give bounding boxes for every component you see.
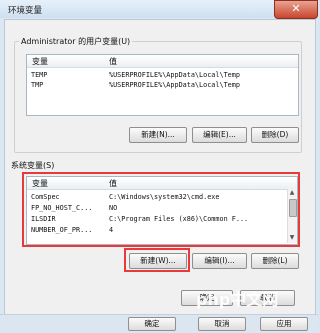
close-icon: ✕ xyxy=(291,2,301,15)
dialog-body: Administrator 的用户变量(U) 变量 值 TEMP %USERPR… xyxy=(4,19,316,317)
column-header-value[interactable]: 值 xyxy=(109,56,117,67)
variable-value: %USERPROFILE%\AppData\Local\Temp xyxy=(109,71,240,79)
user-new-button[interactable]: 新建(N)... xyxy=(129,127,187,143)
sys-delete-button[interactable]: 删除(L) xyxy=(251,253,299,269)
user-vars-list[interactable]: 变量 值 TEMP %USERPROFILE%\AppData\Local\Te… xyxy=(26,54,299,116)
watermark: php中文网 xyxy=(196,290,279,309)
environment-variables-window: 环境变量 ✕ Administrator 的用户变量(U) 变量 值 TEMP … xyxy=(0,0,318,333)
user-vars-title: Administrator 的用户变量(U) xyxy=(19,36,133,47)
background-dialog-buttons: 确定 取消 应用 xyxy=(0,314,318,333)
list-item[interactable]: TEMP %USERPROFILE%\AppData\Local\Temp xyxy=(27,70,298,80)
sys-vars-title: 系统变量(S) xyxy=(11,161,55,170)
window-title: 环境变量 xyxy=(8,6,43,16)
close-button[interactable]: ✕ xyxy=(274,0,318,19)
variable-name: TEMP xyxy=(31,71,48,79)
background-ok-button[interactable]: 确定 xyxy=(128,317,176,331)
title-bar: 环境变量 ✕ xyxy=(0,0,318,19)
list-item[interactable]: TMP %USERPROFILE%\AppData\Local\Temp xyxy=(27,80,298,90)
background-cancel-button[interactable]: 取消 xyxy=(198,317,246,331)
highlight-box-sys-list xyxy=(22,172,300,247)
user-delete-button[interactable]: 删除(D) xyxy=(251,127,299,143)
user-edit-button[interactable]: 编辑(E)... xyxy=(192,127,247,143)
variable-name: TMP xyxy=(31,81,44,89)
column-header-variable[interactable]: 变量 xyxy=(32,56,48,67)
variable-value: %USERPROFILE%\AppData\Local\Temp xyxy=(109,81,240,89)
user-vars-header: 变量 值 xyxy=(27,55,298,68)
highlight-box-new-button xyxy=(124,248,190,272)
background-apply-button[interactable]: 应用 xyxy=(260,317,308,331)
sys-edit-button[interactable]: 编辑(I)... xyxy=(192,253,247,269)
